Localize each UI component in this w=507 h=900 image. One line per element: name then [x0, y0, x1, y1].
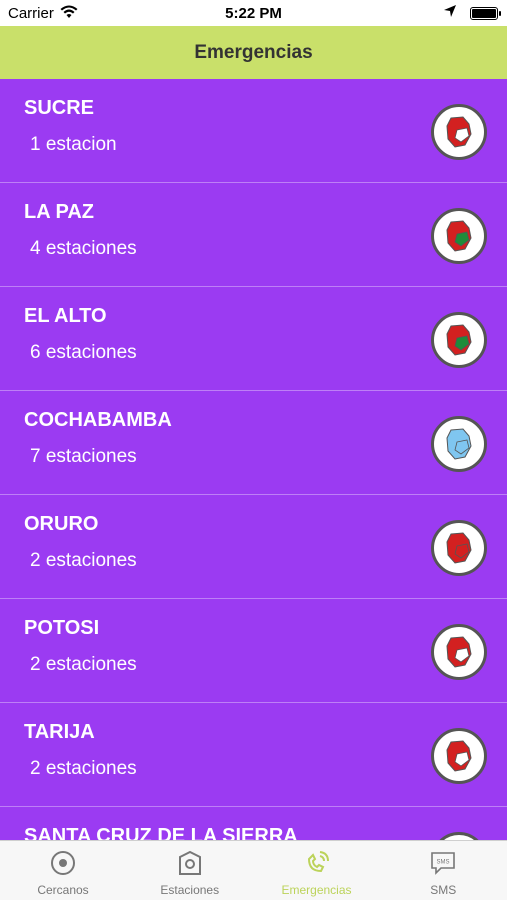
department-map-icon	[431, 208, 487, 264]
station-icon	[176, 849, 204, 882]
target-icon	[49, 849, 77, 882]
station-count: 2 estaciones	[30, 550, 137, 571]
department-name: TARIJA	[24, 721, 95, 743]
department-name: POTOSI	[24, 617, 100, 639]
tab-label: Emergencias	[281, 883, 352, 897]
tab-label: Cercanos	[37, 883, 89, 897]
department-list[interactable]: SUCRE 1 estacion LA PAZ 4 estaciones EL ALTO…	[0, 79, 507, 841]
department-name: EL ALTO	[24, 305, 107, 327]
list-item[interactable]: COCHABAMBA 7 estaciones	[0, 391, 507, 495]
department-name: COCHABAMBA	[24, 409, 172, 431]
battery-icon	[470, 7, 501, 20]
clock: 5:22 PM	[225, 5, 282, 22]
tab-bar: Cercanos Estaciones Emergencias SMS SMS	[0, 840, 507, 900]
department-map-icon	[431, 416, 487, 472]
phone-ring-icon	[303, 849, 331, 882]
list-item[interactable]: SANTA CRUZ DE LA SIERRA	[0, 807, 507, 841]
department-name: LA PAZ	[24, 201, 94, 223]
list-item[interactable]: SUCRE 1 estacion	[0, 79, 507, 183]
department-name: ORURO	[24, 513, 99, 535]
station-count: 2 estaciones	[30, 758, 137, 779]
department-name: SANTA CRUZ DE LA SIERRA	[24, 825, 298, 841]
department-map-icon	[431, 624, 487, 680]
department-name: SUCRE	[24, 97, 95, 119]
status-bar: Carrier 5:22 PM	[0, 0, 507, 26]
page-title: Emergencias	[194, 42, 313, 63]
tab-sms[interactable]: SMS SMS	[380, 841, 506, 900]
station-count: 6 estaciones	[30, 342, 137, 363]
list-item[interactable]: ORURO 2 estaciones	[0, 495, 507, 599]
station-count: 2 estaciones	[30, 654, 137, 675]
navigation-bar: Emergencias	[0, 26, 507, 79]
tab-label: SMS	[430, 883, 457, 897]
tab-estaciones[interactable]: Estaciones	[127, 841, 253, 900]
tab-label: Estaciones	[160, 883, 220, 897]
list-item[interactable]: EL ALTO 6 estaciones	[0, 287, 507, 391]
department-map-icon	[431, 520, 487, 576]
station-count: 7 estaciones	[30, 446, 137, 467]
location-arrow-icon	[443, 4, 457, 22]
list-item[interactable]: POTOSI 2 estaciones	[0, 599, 507, 703]
sms-icon: SMS	[429, 849, 457, 882]
tab-emergencias[interactable]: Emergencias	[254, 841, 380, 900]
station-count: 1 estacion	[30, 134, 117, 155]
department-map-icon	[431, 728, 487, 784]
list-item[interactable]: LA PAZ 4 estaciones	[0, 183, 507, 287]
department-map-icon	[431, 312, 487, 368]
list-item[interactable]: TARIJA 2 estaciones	[0, 703, 507, 807]
department-map-icon	[431, 104, 487, 160]
svg-text:SMS: SMS	[437, 860, 450, 866]
tab-cercanos[interactable]: Cercanos	[0, 841, 126, 900]
station-count: 4 estaciones	[30, 238, 137, 259]
